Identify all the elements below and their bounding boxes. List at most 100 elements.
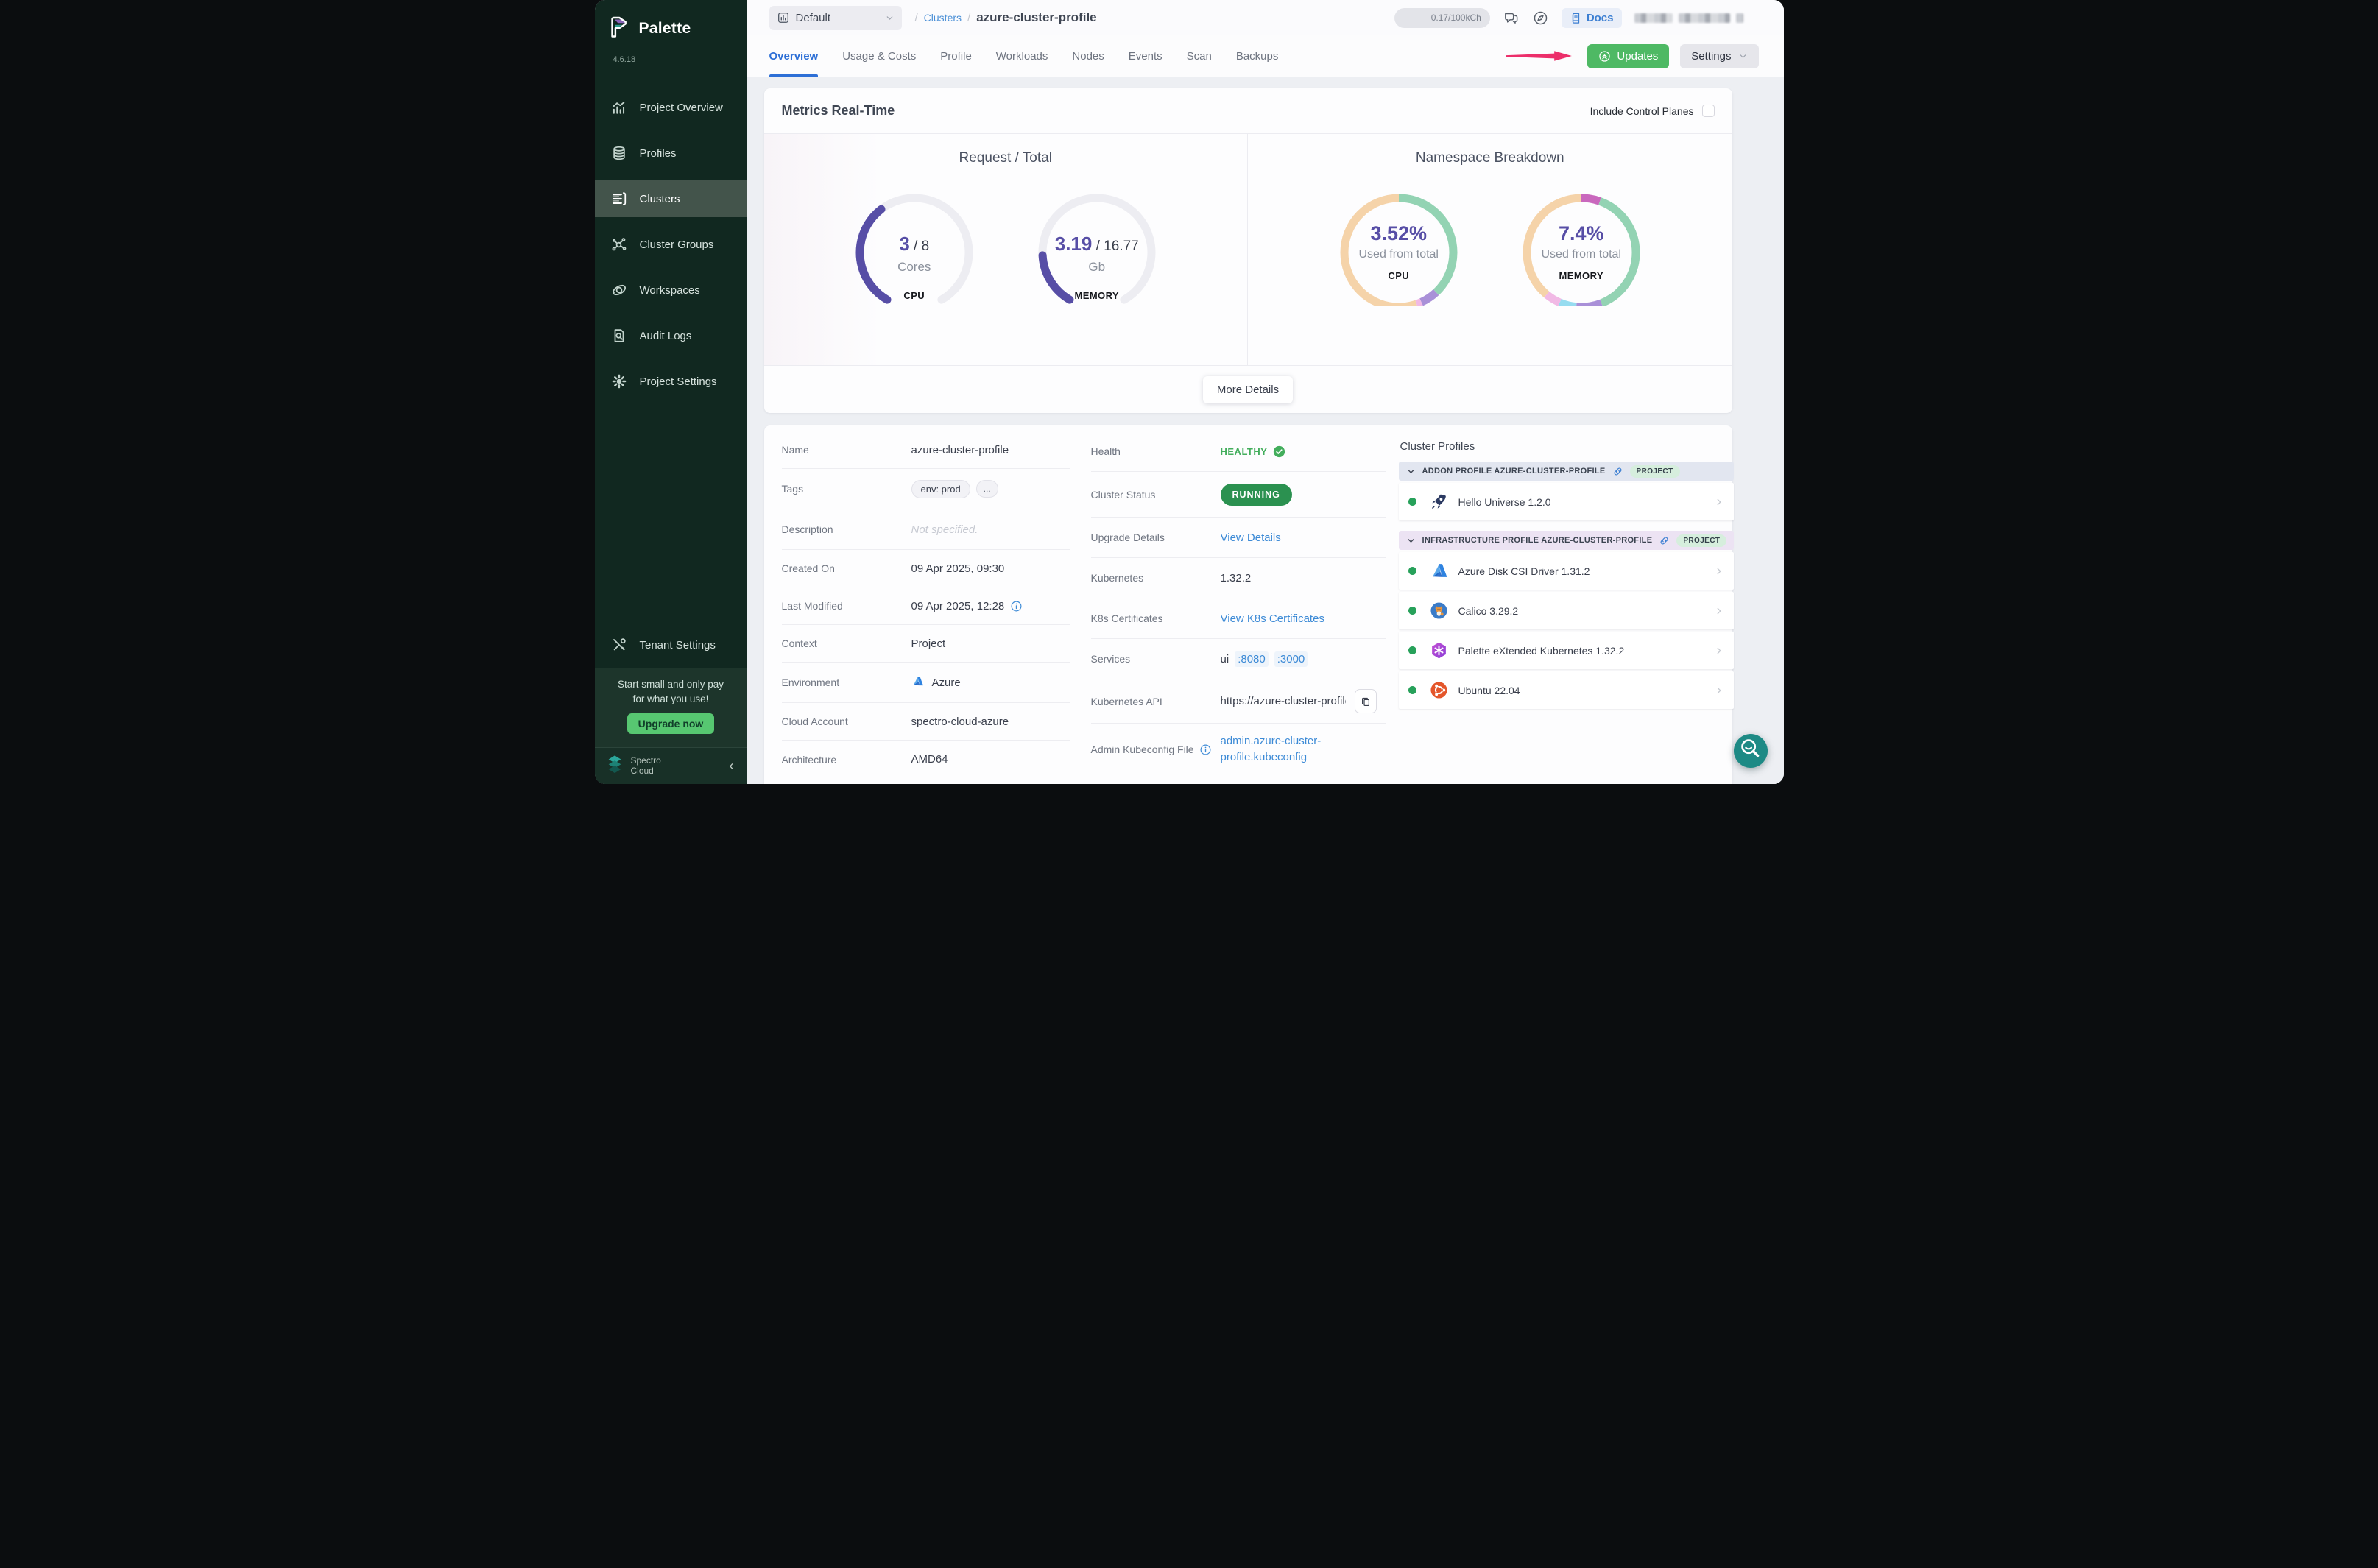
sidebar-item-workspaces[interactable]: Workspaces (595, 272, 747, 308)
detail-row-kubernetes: Kubernetes 1.32.2 (1091, 558, 1386, 598)
breadcrumb-clusters-link[interactable]: Clusters (924, 12, 962, 24)
sidebar-item-cluster-groups[interactable]: Cluster Groups (595, 226, 747, 263)
tag-more-button[interactable]: ... (976, 480, 998, 498)
check-circle-icon (1273, 445, 1285, 458)
namespace-breakdown-title: Namespace Breakdown (1248, 150, 1732, 166)
sidebar-item-profiles[interactable]: Profiles (595, 135, 747, 172)
detail-row-cloud-account: Cloud Account spectro-cloud-azure (782, 703, 1070, 741)
details-column-left: Name azure-cluster-profile Tags env: pro… (782, 431, 1070, 784)
sidebar-item-project-overview[interactable]: Project Overview (595, 89, 747, 126)
chat-icon[interactable] (1503, 10, 1520, 27)
sidebar-item-clusters[interactable]: Clusters (595, 180, 747, 217)
sidebar-item-project-settings[interactable]: Project Settings (595, 363, 747, 400)
azure-icon (911, 675, 926, 690)
compass-icon[interactable] (1532, 10, 1549, 27)
profile-row-ubuntu-22-04[interactable]: Ubuntu 22.04 (1399, 671, 1735, 709)
donut-percent: 3.52% (1336, 222, 1461, 245)
profile-pack-name: Azure Disk CSI Driver 1.31.2 (1458, 565, 1715, 577)
detail-row-last-modified: Last Modified 09 Apr 2025, 12:28 (782, 587, 1070, 625)
azure-icon (1430, 562, 1448, 580)
view-k8s-certificates-link[interactable]: View K8s Certificates (1221, 612, 1324, 625)
profiles-icon (611, 145, 627, 161)
sidebar-item-audit-logs[interactable]: Audit Logs (595, 317, 747, 354)
profile-row-azure-disk-csi-driver-1-31-2[interactable]: Azure Disk CSI Driver 1.31.2 (1399, 552, 1735, 590)
cluster-tab-bar: Overview Usage & Costs Profile Workloads Nod… (747, 35, 1784, 77)
sidebar-item-label: Workspaces (640, 284, 700, 297)
donut-caption: Used from total (1519, 248, 1644, 261)
gauge-total-value: / 16.77 (1092, 239, 1138, 254)
detail-row-description: Description Not specified. (782, 509, 1070, 550)
detail-row-created-on: Created On 09 Apr 2025, 09:30 (782, 550, 1070, 587)
donut-label-memory: MEMORY (1519, 270, 1644, 281)
project-selector-dropdown[interactable]: Default (769, 6, 902, 30)
tab-workloads[interactable]: Workloads (996, 35, 1048, 77)
sidebar-nav: Project Overview Profiles Clusters Cluster … (595, 89, 747, 400)
audit-logs-icon (611, 328, 627, 344)
cluster-name-value: azure-cluster-profile (911, 444, 1070, 456)
search-fab-button[interactable] (1734, 734, 1768, 768)
tab-backups[interactable]: Backups (1236, 35, 1279, 77)
ubuntu-icon (1430, 681, 1448, 699)
kubeconfig-file-link-line2[interactable]: profile.kubeconfig (1221, 749, 1386, 766)
updates-icon (1598, 50, 1611, 63)
service-port-3000-link[interactable]: :3000 (1274, 651, 1308, 667)
tenant-settings-icon (611, 637, 627, 653)
detail-row-architecture: Architecture AMD64 (782, 741, 1070, 778)
search-icon (1735, 734, 1766, 769)
updates-button[interactable]: Updates (1587, 44, 1669, 68)
settings-button[interactable]: Settings (1680, 44, 1758, 68)
chevron-down-icon (885, 13, 895, 23)
health-status-value: HEALTHY (1221, 446, 1268, 457)
description-value: Not specified. (911, 523, 1070, 536)
sidebar-item-tenant-settings[interactable]: Tenant Settings (595, 626, 747, 663)
environment-value: Azure (932, 677, 961, 689)
gauge-unit: Cores (852, 260, 977, 275)
project-badge: PROJECT (1630, 465, 1680, 478)
tab-usage-and-costs[interactable]: Usage & Costs (842, 35, 916, 77)
status-dot (1408, 567, 1416, 575)
tag-env-prod[interactable]: env: prod (911, 480, 970, 498)
kubeconfig-file-link[interactable]: admin.azure-cluster- (1221, 733, 1386, 749)
calico-icon (1430, 601, 1448, 620)
copy-button[interactable] (1355, 689, 1377, 713)
more-details-button[interactable]: More Details (1203, 376, 1293, 403)
view-details-link[interactable]: View Details (1221, 532, 1281, 544)
gauge-used-value: 3.19 (1055, 233, 1093, 255)
profile-group-header[interactable]: INFRASTRUCTURE PROFILE AZURE-CLUSTER-PRO… (1399, 531, 1735, 550)
tab-profile[interactable]: Profile (940, 35, 972, 77)
sidebar-collapse-button[interactable]: ‹ (727, 758, 737, 774)
upgrade-now-button[interactable]: Upgrade now (627, 713, 714, 734)
cluster-profiles-title: Cluster Profiles (1400, 440, 1735, 453)
service-port-8080-link[interactable]: :8080 (1235, 651, 1269, 667)
cluster-status-badge: RUNNING (1221, 484, 1292, 506)
brand: Palette (595, 0, 747, 43)
namespace-breakdown-donuts: 3.52%Used from totalCPU 7.4% Used from tot… (1248, 190, 1732, 310)
annotation-arrow (1506, 49, 1576, 63)
detail-row-environment: Environment Azure (782, 663, 1070, 703)
tab-nodes[interactable]: Nodes (1072, 35, 1104, 77)
profile-row-hello-universe-1-2-0[interactable]: Hello Universe 1.2.0 (1399, 483, 1735, 520)
profile-pack-name: Ubuntu 22.04 (1458, 685, 1715, 696)
sidebar-item-label: Tenant Settings (640, 639, 716, 651)
info-icon[interactable] (1199, 744, 1212, 756)
cloud-account-value: spectro-cloud-azure (911, 716, 1070, 728)
donut-cpu: 3.52%Used from totalCPU (1336, 190, 1461, 310)
docs-button[interactable]: Docs (1562, 8, 1622, 28)
donut-percent: 7.4% (1519, 222, 1644, 245)
spectro-cloud-wordmark: Spectro Cloud (631, 756, 720, 777)
request-total-panel: Request / Total 3 / 8CoresCPU3.19 / 16.7… (764, 134, 1249, 365)
main-content: Metrics Real-Time Include Control Planes… (747, 77, 1784, 784)
info-icon[interactable] (1010, 600, 1023, 612)
spectro-cloud-logo-icon (605, 754, 624, 778)
tab-events[interactable]: Events (1129, 35, 1162, 77)
tab-scan[interactable]: Scan (1187, 35, 1212, 77)
detail-row-kubernetes-api: Kubernetes API https://azure-cluster-pro… (1091, 679, 1386, 724)
profile-group-header[interactable]: ADDON PROFILE AZURE-CLUSTER-PROFILEPROJE… (1399, 462, 1735, 481)
profile-row-calico-3-29-2[interactable]: Calico 3.29.2 (1399, 592, 1735, 629)
tab-overview[interactable]: Overview (769, 35, 819, 77)
include-control-planes-checkbox[interactable] (1702, 105, 1715, 117)
namespace-breakdown-panel: Namespace Breakdown 3.52%Used from total… (1248, 134, 1732, 365)
detail-row-upgrade-details: Upgrade Details View Details (1091, 518, 1386, 558)
usage-counter: 0.17/100kCh (1394, 8, 1490, 28)
profile-row-palette-extended-kubernetes-1-32-2[interactable]: Palette eXtended Kubernetes 1.32.2 (1399, 632, 1735, 669)
